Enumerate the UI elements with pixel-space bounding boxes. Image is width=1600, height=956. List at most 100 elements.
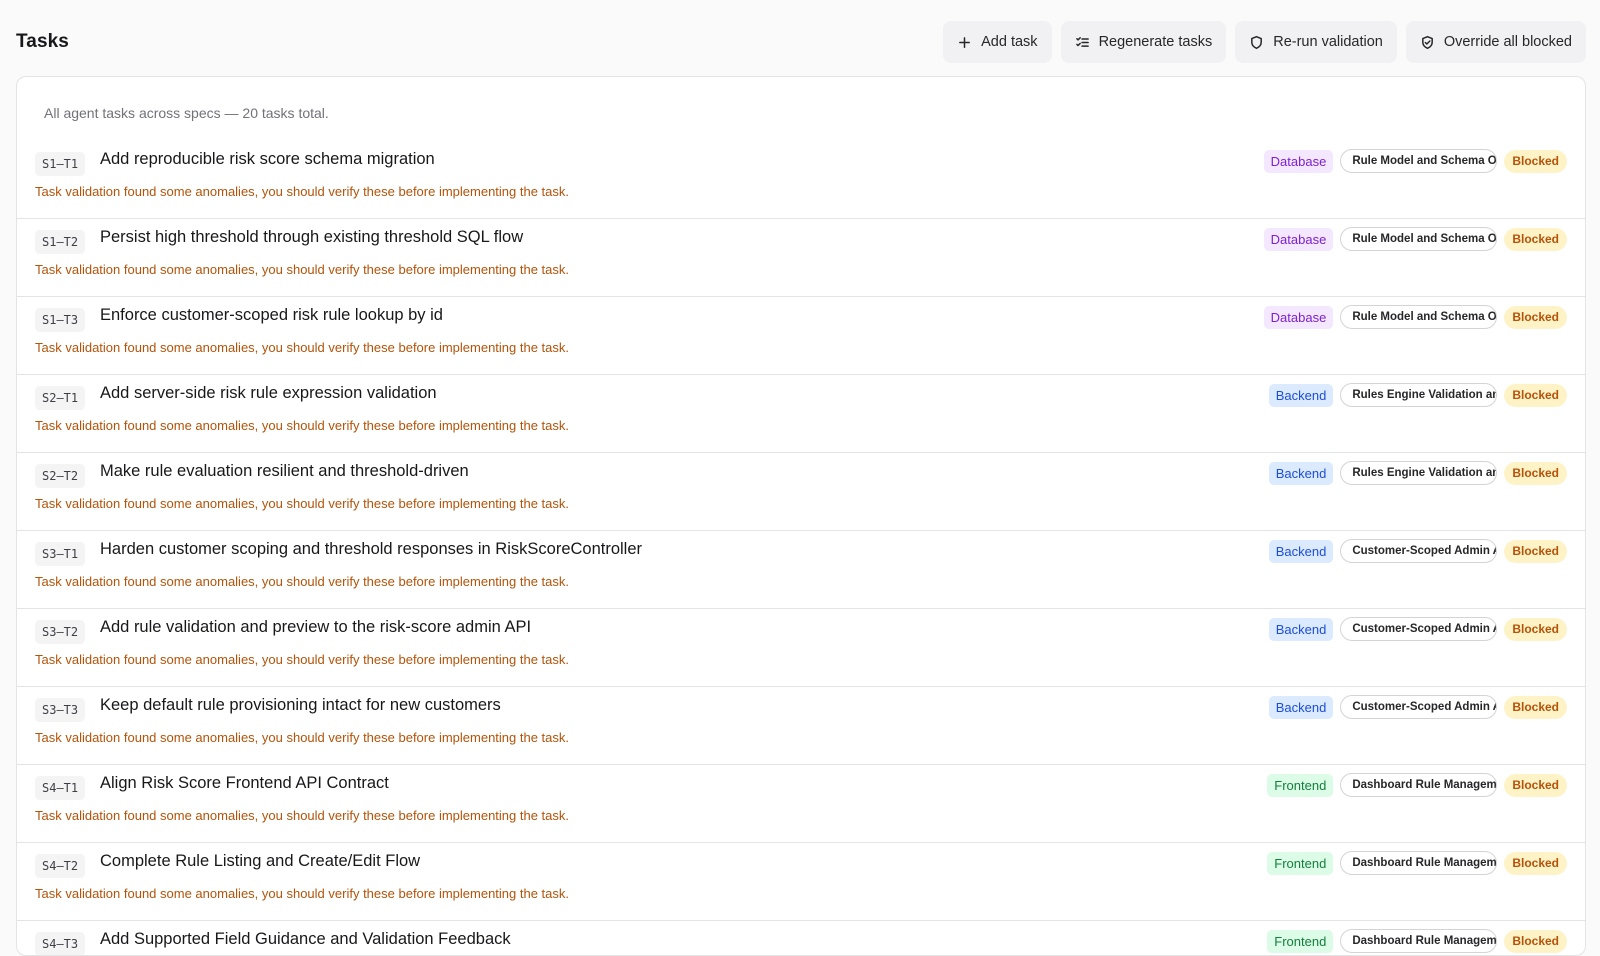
category-badge: Backend	[1268, 617, 1334, 641]
status-badge: Blocked	[1504, 227, 1567, 251]
task-title[interactable]: Make rule evaluation resilient and thres…	[100, 462, 469, 481]
status-badge: Blocked	[1504, 461, 1567, 485]
spec-pill[interactable]: Rules Engine Validation and Evaluation	[1340, 461, 1498, 485]
rerun-validation-button[interactable]: Re-run validation	[1235, 21, 1397, 63]
category-badge: Frontend	[1267, 929, 1334, 953]
task-id-badge: S4–T2	[35, 854, 86, 878]
task-title[interactable]: Add server-side risk rule expression val…	[100, 384, 437, 403]
task-row[interactable]: S3–T2 Add rule validation and preview to …	[17, 609, 1585, 687]
validation-warning: Task validation found some anomalies, yo…	[35, 886, 570, 901]
category-badge: Backend	[1268, 383, 1334, 407]
spec-pill[interactable]: Customer-Scoped Admin API	[1340, 695, 1498, 719]
spec-pill[interactable]: Customer-Scoped Admin API	[1340, 539, 1498, 563]
status-badge: Blocked	[1504, 305, 1567, 329]
task-tags: FrontendDashboard Rule ManagementBlocked	[1267, 851, 1567, 875]
spec-pill[interactable]: Dashboard Rule Management	[1340, 851, 1498, 875]
task-tags: FrontendDashboard Rule ManagementBlocked	[1267, 929, 1567, 953]
category-badge: Backend	[1268, 539, 1334, 563]
spec-pill[interactable]: Dashboard Rule Management	[1340, 773, 1498, 797]
add-task-label: Add task	[981, 34, 1038, 50]
validation-warning: Task validation found some anomalies, yo…	[35, 652, 570, 667]
status-badge: Blocked	[1504, 695, 1567, 719]
category-badge: Database	[1263, 149, 1334, 173]
task-row[interactable]: S1–T3 Enforce customer-scoped risk rule l…	[17, 297, 1585, 375]
task-row[interactable]: S3–T1 Harden customer scoping and thresho…	[17, 531, 1585, 609]
task-title[interactable]: Add rule validation and preview to the r…	[100, 618, 531, 637]
task-title[interactable]: Align Risk Score Frontend API Contract	[100, 774, 389, 793]
tasks-summary: All agent tasks across specs — 20 tasks …	[44, 105, 329, 121]
task-title[interactable]: Harden customer scoping and threshold re…	[100, 540, 642, 559]
category-badge: Backend	[1268, 461, 1334, 485]
task-tags: DatabaseRule Model and Schema OverhaulBl…	[1263, 227, 1567, 251]
validation-warning: Task validation found some anomalies, yo…	[35, 184, 570, 199]
status-badge: Blocked	[1504, 773, 1567, 797]
task-row[interactable]: S1–T2 Persist high threshold through exis…	[17, 219, 1585, 297]
task-id-badge: S4–T3	[35, 932, 86, 955]
task-row[interactable]: S2–T1 Add server-side risk rule expressio…	[17, 375, 1585, 453]
task-tags: Backend Customer-Scoped Admin API Blocked	[1268, 695, 1567, 719]
spec-pill[interactable]: Rule Model and Schema Overhaul	[1340, 149, 1498, 173]
task-title[interactable]: Keep default rule provisioning intact fo…	[100, 696, 501, 715]
status-badge: Blocked	[1504, 149, 1567, 173]
plus-icon	[959, 36, 971, 48]
list-checks-icon	[1075, 36, 1089, 47]
validation-warning: Task validation found some anomalies, yo…	[35, 730, 570, 745]
task-id-badge: S1–T3	[35, 308, 86, 332]
category-badge: Frontend	[1267, 773, 1334, 797]
validation-warning: Task validation found some anomalies, yo…	[35, 418, 570, 433]
task-id-badge: S3–T1	[35, 542, 86, 566]
status-badge: Blocked	[1504, 929, 1567, 953]
task-row[interactable]: S4–T3 Add Supported Field Guidance and Va…	[17, 921, 1585, 955]
task-title[interactable]: Persist high threshold through existing …	[100, 228, 523, 247]
status-badge: Blocked	[1504, 539, 1567, 563]
task-id-badge: S2–T1	[35, 386, 86, 410]
category-badge: Database	[1263, 305, 1334, 329]
regenerate-tasks-label: Regenerate tasks	[1098, 34, 1213, 50]
add-task-button[interactable]: Add task	[943, 21, 1052, 63]
validation-warning: Task validation found some anomalies, yo…	[35, 574, 570, 589]
task-id-badge: S4–T1	[35, 776, 86, 800]
task-tags: FrontendDashboard Rule ManagementBlocked	[1267, 773, 1567, 797]
task-row[interactable]: S1–T1 Add reproducible risk score schema …	[17, 141, 1585, 219]
task-id-badge: S1–T2	[35, 230, 86, 254]
status-badge: Blocked	[1504, 851, 1567, 875]
spec-pill[interactable]: Rule Model and Schema Overhaul	[1340, 305, 1498, 329]
task-id-badge: S3–T2	[35, 620, 86, 644]
task-title[interactable]: Add reproducible risk score schema migra…	[100, 150, 435, 169]
shield-icon	[1251, 35, 1263, 49]
validation-warning: Task validation found some anomalies, yo…	[35, 340, 570, 355]
task-id-badge: S2–T2	[35, 464, 86, 488]
task-row[interactable]: S4–T2 Complete Rule Listing and Create/Ed…	[17, 843, 1585, 921]
task-tags: Backend Customer-Scoped Admin API Blocked	[1268, 539, 1567, 563]
override-all-blocked-label: Override all blocked	[1443, 34, 1572, 50]
spec-pill[interactable]: Customer-Scoped Admin API	[1340, 617, 1498, 641]
page-title: Tasks	[16, 31, 69, 52]
status-badge: Blocked	[1504, 383, 1567, 407]
validation-warning: Task validation found some anomalies, yo…	[35, 496, 570, 511]
validation-warning: Task validation found some anomalies, yo…	[35, 262, 570, 277]
regenerate-tasks-button[interactable]: Regenerate tasks	[1060, 21, 1227, 63]
task-tags: DatabaseRule Model and Schema OverhaulBl…	[1263, 305, 1567, 329]
task-tags: BackendRules Engine Validation and Evalu…	[1268, 383, 1567, 407]
task-row[interactable]: S4–T1 Align Risk Score Frontend API Contr…	[17, 765, 1585, 843]
header-bar: Tasks Add task Regenerate tasks Re-run v…	[0, 0, 1600, 84]
task-list: S1–T1 Add reproducible risk score schema …	[17, 141, 1585, 955]
spec-pill[interactable]: Rule Model and Schema Overhaul	[1340, 227, 1498, 251]
task-title[interactable]: Add Supported Field Guidance and Validat…	[100, 930, 511, 949]
override-all-blocked-button[interactable]: Override all blocked	[1405, 21, 1586, 63]
task-title[interactable]: Enforce customer-scoped risk rule lookup…	[100, 306, 443, 325]
tasks-panel: All agent tasks across specs — 20 tasks …	[16, 76, 1586, 956]
task-id-badge: S3–T3	[35, 698, 86, 722]
spec-pill[interactable]: Rules Engine Validation and Evaluation	[1340, 383, 1498, 407]
task-row[interactable]: S2–T2 Make rule evaluation resilient and …	[17, 453, 1585, 531]
task-id-badge: S1–T1	[35, 152, 86, 176]
task-title[interactable]: Complete Rule Listing and Create/Edit Fl…	[100, 852, 420, 871]
status-badge: Blocked	[1504, 617, 1567, 641]
header-actions: Add task Regenerate tasks Re-run validat…	[943, 21, 1586, 63]
category-badge: Frontend	[1267, 851, 1334, 875]
spec-pill[interactable]: Dashboard Rule Management	[1340, 929, 1498, 953]
rerun-validation-label: Re-run validation	[1273, 34, 1383, 50]
task-tags: Backend Customer-Scoped Admin API Blocked	[1268, 617, 1567, 641]
task-row[interactable]: S3–T3 Keep default rule provisioning inta…	[17, 687, 1585, 765]
category-badge: Backend	[1268, 695, 1334, 719]
